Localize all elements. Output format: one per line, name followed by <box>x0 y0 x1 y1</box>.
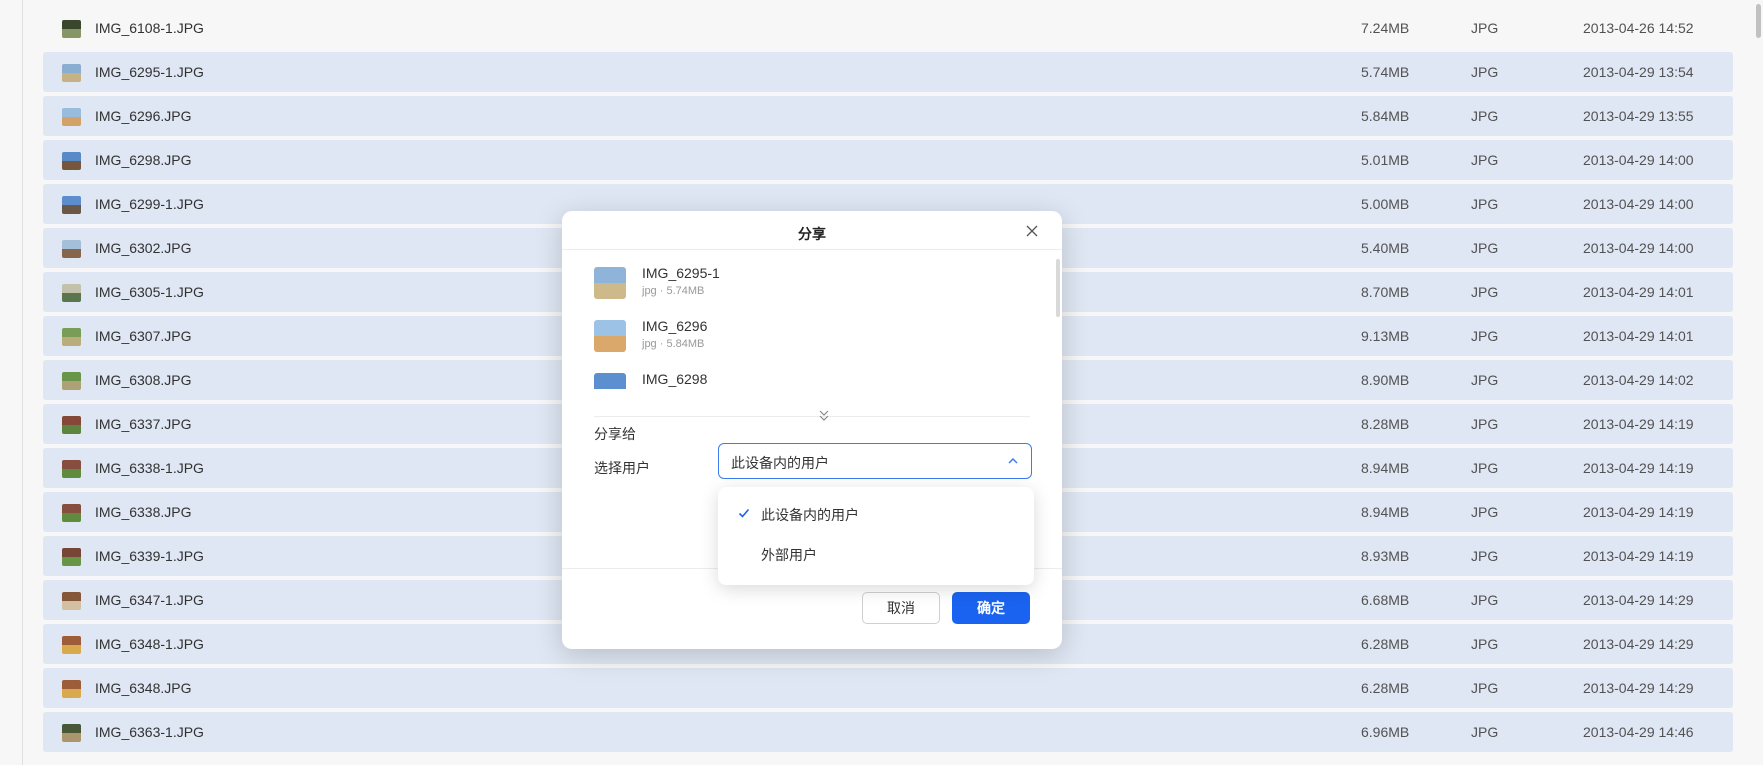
cancel-button[interactable]: 取消 <box>862 592 940 624</box>
dropdown-option-external-users[interactable]: 外部用户 <box>718 535 1034 573</box>
dropdown-option-label: 此设备内的用户 <box>761 507 859 523</box>
dropdown-option-label: 外部用户 <box>761 547 817 563</box>
dialog-title: 分享 <box>798 226 826 242</box>
share-file-meta: jpg · 5.84MB <box>642 338 705 350</box>
select-user-label: 选择用户 <box>594 460 650 476</box>
dialog-scrollbar[interactable] <box>1056 259 1060 317</box>
share-to-select[interactable]: 此设备内的用户 <box>718 443 1032 479</box>
share-file-item: IMG_6295-1jpg · 5.74MB <box>594 263 974 303</box>
share-file-name: IMG_6298 <box>642 371 708 387</box>
image-thumbnail <box>594 320 626 352</box>
double-chevron-down-icon[interactable] <box>818 408 830 424</box>
dialog-divider <box>562 249 1062 250</box>
image-thumbnail <box>594 267 626 299</box>
share-file-item: IMG_6298 <box>594 369 974 389</box>
share-to-label: 分享给 <box>594 426 636 442</box>
close-icon[interactable] <box>1024 223 1040 239</box>
share-file-item: IMG_6296jpg · 5.84MB <box>594 316 974 356</box>
share-file-meta: jpg · 5.74MB <box>642 285 705 297</box>
share-to-value: 此设备内的用户 <box>731 455 829 471</box>
check-icon <box>738 508 750 518</box>
file-list-separator <box>594 416 1030 417</box>
chevron-up-icon <box>1008 457 1018 464</box>
image-thumbnail <box>594 373 626 389</box>
confirm-button[interactable]: 确定 <box>952 592 1030 624</box>
share-file-name: IMG_6296 <box>642 318 708 334</box>
share-file-name: IMG_6295-1 <box>642 265 720 281</box>
share-to-dropdown: 此设备内的用户 外部用户 <box>718 487 1034 585</box>
dropdown-option-device-users[interactable]: 此设备内的用户 <box>718 495 1034 533</box>
